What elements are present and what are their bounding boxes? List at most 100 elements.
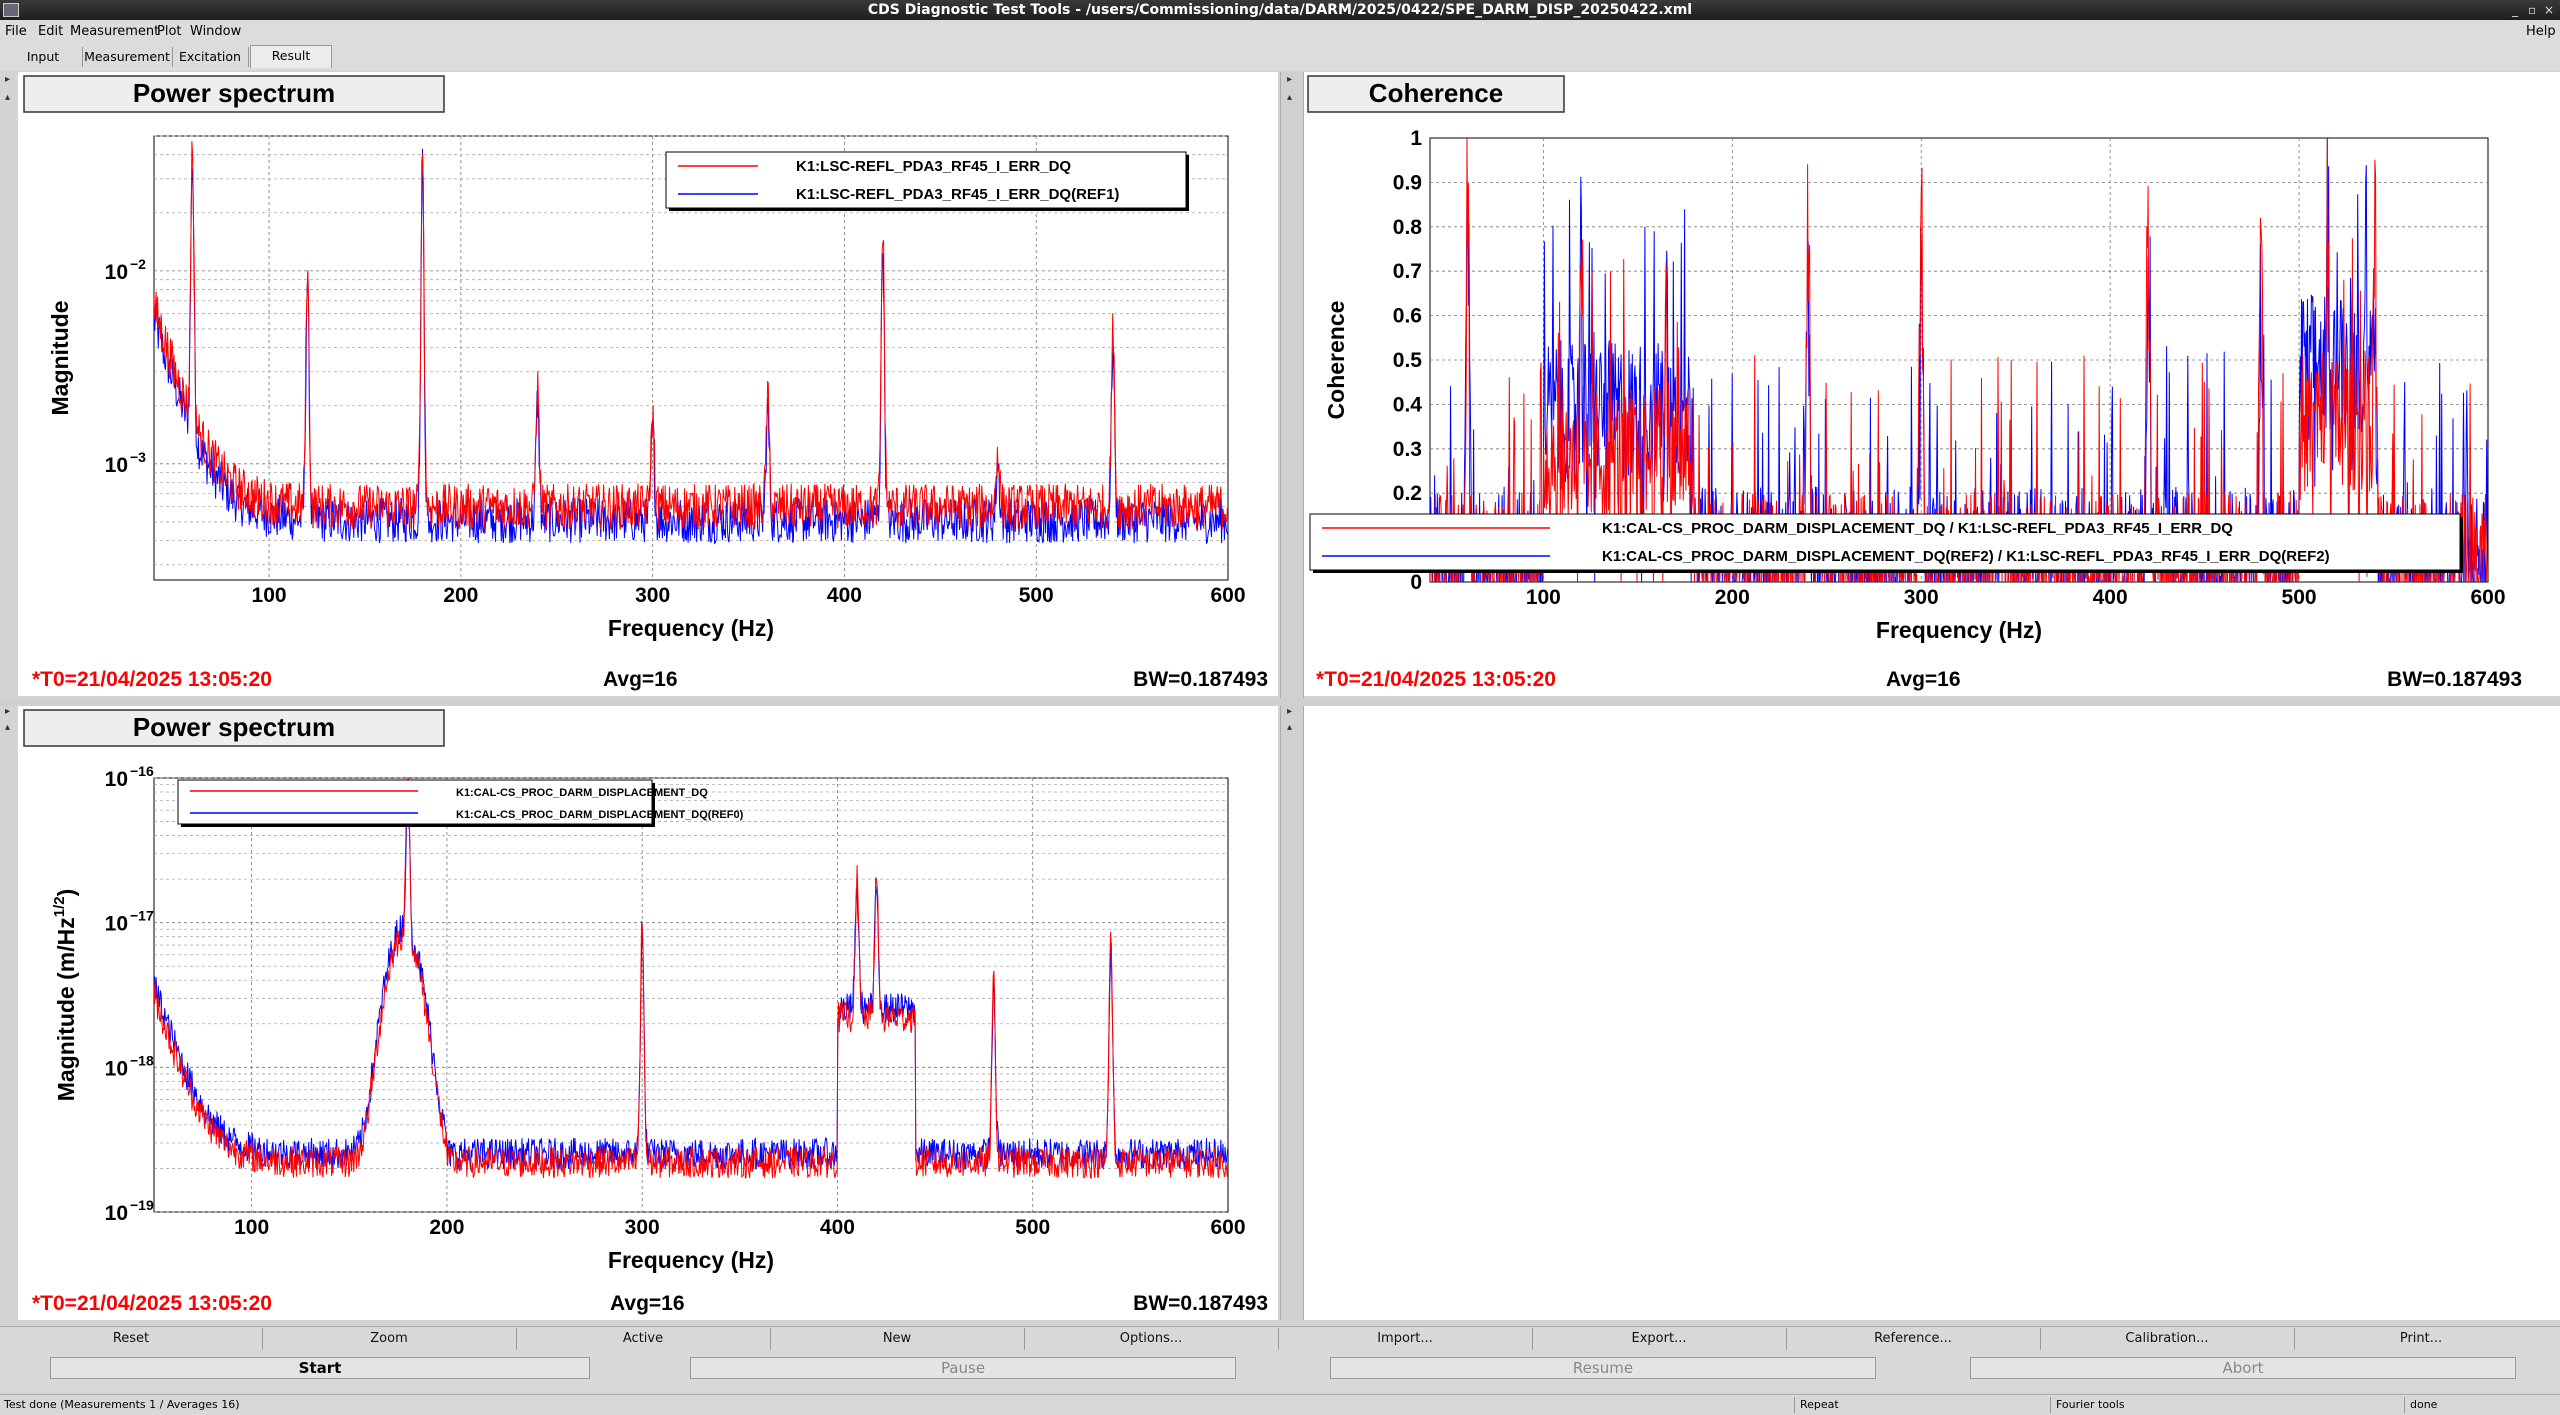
menu-window[interactable]: Window (190, 24, 241, 39)
new-button[interactable]: New (770, 1328, 1025, 1350)
menu-plot[interactable]: Plot (157, 24, 182, 39)
maximize-icon[interactable]: ▫ (2528, 0, 2536, 20)
t0-label: *T0=21/04/2025 13:05:20 (32, 1292, 272, 1315)
window-title: CDS Diagnostic Test Tools - /users/Commi… (867, 2, 1693, 18)
window-titlebar: CDS Diagnostic Test Tools - /users/Commi… (0, 0, 2560, 20)
start-button[interactable]: Start (50, 1357, 590, 1379)
x-tick-label: 400 (827, 584, 862, 607)
import-button[interactable]: Import... (1278, 1328, 1533, 1350)
plot-panel-2: Coherence 100 200 300 400 500 600 1 0.9 0.8 0.7 0.6… (1302, 72, 2560, 696)
menu-measurement[interactable]: Measurement (70, 24, 159, 39)
panel-expand-icon[interactable]: ▸ (1287, 74, 1292, 85)
vertical-splitter[interactable] (1280, 72, 1304, 1320)
menu-file[interactable]: File (5, 24, 27, 39)
legend-label: K1:LSC-REFL_PDA3_RF45_I_ERR_DQ(REF1) (796, 186, 1119, 203)
pause-button[interactable]: Pause (690, 1357, 1236, 1379)
menu-edit[interactable]: Edit (38, 24, 63, 39)
t0-label: *T0=21/04/2025 13:05:20 (32, 668, 272, 691)
x-tick-label: 200 (429, 1216, 464, 1239)
y-tick-label: 10 (105, 1057, 128, 1080)
x-axis-label: Frequency (Hz) (1876, 617, 2042, 643)
avg-label: Avg=16 (603, 668, 678, 691)
panel-expand-icon[interactable]: ▸ (5, 706, 10, 717)
panel-collapse-icon[interactable]: ▴ (1287, 92, 1292, 103)
y-tick-label: 10 (105, 768, 128, 791)
plot-title: Power spectrum (133, 78, 335, 108)
y-tick-exponent: −18 (130, 1052, 154, 1068)
x-tick-label: 600 (2470, 586, 2505, 609)
control-bar: Start Pause Resume Abort (0, 1352, 2560, 1392)
y-tick-label: 0 (1410, 571, 1422, 594)
legend-label: K1:CAL-CS_PROC_DARM_DISPLACEMENT_DQ(REF0… (456, 809, 744, 821)
export-button[interactable]: Export... (1532, 1328, 1787, 1350)
y-tick-exponent: −19 (130, 1197, 154, 1213)
x-tick-label: 400 (820, 1216, 855, 1239)
tab-bar: Input Measurement Excitation Result (0, 44, 2560, 70)
bw-label: BW=0.187493 (1133, 1292, 1268, 1315)
status-fourier: Fourier tools (2056, 1398, 2125, 1411)
close-icon[interactable]: × (2544, 0, 2554, 20)
y-tick-label: 0.9 (1393, 171, 1422, 194)
avg-label: Avg=16 (1886, 668, 1961, 691)
y-axis-label: Magnitude (m/Hz1/2) (51, 889, 79, 1102)
plot-panel-4-empty (1302, 706, 2560, 1320)
x-tick-label: 300 (1904, 586, 1939, 609)
tab-measurement[interactable]: Measurement (82, 47, 173, 67)
x-tick-label: 200 (443, 584, 478, 607)
x-tick-label: 300 (625, 1216, 660, 1239)
x-tick-label: 200 (1715, 586, 1750, 609)
tab-input[interactable]: Input (4, 47, 83, 67)
y-tick-label: 0.4 (1393, 393, 1423, 416)
panel-expand-icon[interactable]: ▸ (5, 74, 10, 85)
zoom-button[interactable]: Zoom (262, 1328, 517, 1350)
y-tick-label: 10 (105, 454, 128, 477)
y-tick-label: 0.3 (1393, 438, 1422, 461)
legend-label: K1:CAL-CS_PROC_DARM_DISPLACEMENT_DQ(REF2… (1602, 548, 2330, 565)
y-tick-label: 0.5 (1393, 349, 1423, 372)
reset-button[interactable]: Reset (0, 1328, 263, 1350)
print-button[interactable]: Print... (2294, 1328, 2548, 1350)
resume-button[interactable]: Resume (1330, 1357, 1876, 1379)
y-tick-label: 1 (1410, 127, 1422, 150)
x-tick-label: 500 (1015, 1216, 1050, 1239)
y-axis-label: Magnitude (47, 301, 73, 416)
y-tick-label: 0.6 (1393, 305, 1422, 328)
y-axis-label: Coherence (1323, 301, 1349, 420)
x-axis-label: Frequency (Hz) (608, 1247, 774, 1273)
x-tick-label: 400 (2093, 586, 2128, 609)
panel-collapse-icon[interactable]: ▴ (5, 92, 10, 103)
x-tick-label: 500 (1019, 584, 1054, 607)
bw-label: BW=0.187493 (2387, 668, 2522, 691)
y-tick-exponent: −16 (130, 763, 154, 779)
x-tick-label: 500 (2282, 586, 2317, 609)
plot-toolbar: Reset Zoom Active New Options... Import.… (0, 1326, 2560, 1351)
power-spectrum-plot-2[interactable]: Power spectrum100 200 300 400 500 60010 −1610−… (18, 706, 1278, 1320)
x-axis-label: Frequency (Hz) (608, 615, 774, 641)
y-tick-exponent: −2 (130, 256, 146, 272)
window-menu-icon[interactable] (3, 3, 19, 17)
menu-bar: File Edit Measurement Plot Window Help (0, 20, 2560, 44)
abort-button[interactable]: Abort (1970, 1357, 2516, 1379)
y-tick-label: 10 (105, 261, 128, 284)
minimize-icon[interactable]: _ (2512, 0, 2518, 20)
horizontal-splitter[interactable] (0, 698, 2560, 706)
calibration-button[interactable]: Calibration... (2040, 1328, 2295, 1350)
panel-collapse-icon[interactable]: ▴ (5, 722, 10, 733)
legend-label: K1:CAL-CS_PROC_DARM_DISPLACEMENT_DQ (456, 787, 708, 799)
status-message: Test done (Measurements 1 / Averages 16) (4, 1398, 240, 1411)
coherence-plot[interactable]: Coherence 100 200 300 400 500 600 1 0.9 0.8 0.7 0.6… (1302, 72, 2560, 696)
y-tick-label: 0.8 (1393, 216, 1423, 239)
x-tick-label: 600 (1210, 1216, 1245, 1239)
power-spectrum-plot-1[interactable]: Power spectrum100 200 300 400 500 60010 −210 −3… (18, 72, 1278, 696)
x-tick-label: 100 (252, 584, 287, 607)
status-repeat: Repeat (1800, 1398, 1839, 1411)
active-button[interactable]: Active (516, 1328, 771, 1350)
tab-excitation[interactable]: Excitation (172, 47, 249, 67)
options-button[interactable]: Options... (1024, 1328, 1279, 1350)
menu-help[interactable]: Help (2526, 24, 2556, 39)
panel-collapse-icon[interactable]: ▴ (1287, 722, 1292, 733)
legend-label: K1:CAL-CS_PROC_DARM_DISPLACEMENT_DQ / K1… (1602, 520, 2233, 537)
reference-button[interactable]: Reference... (1786, 1328, 2041, 1350)
tab-result[interactable]: Result (250, 45, 332, 68)
panel-expand-icon[interactable]: ▸ (1287, 706, 1292, 717)
